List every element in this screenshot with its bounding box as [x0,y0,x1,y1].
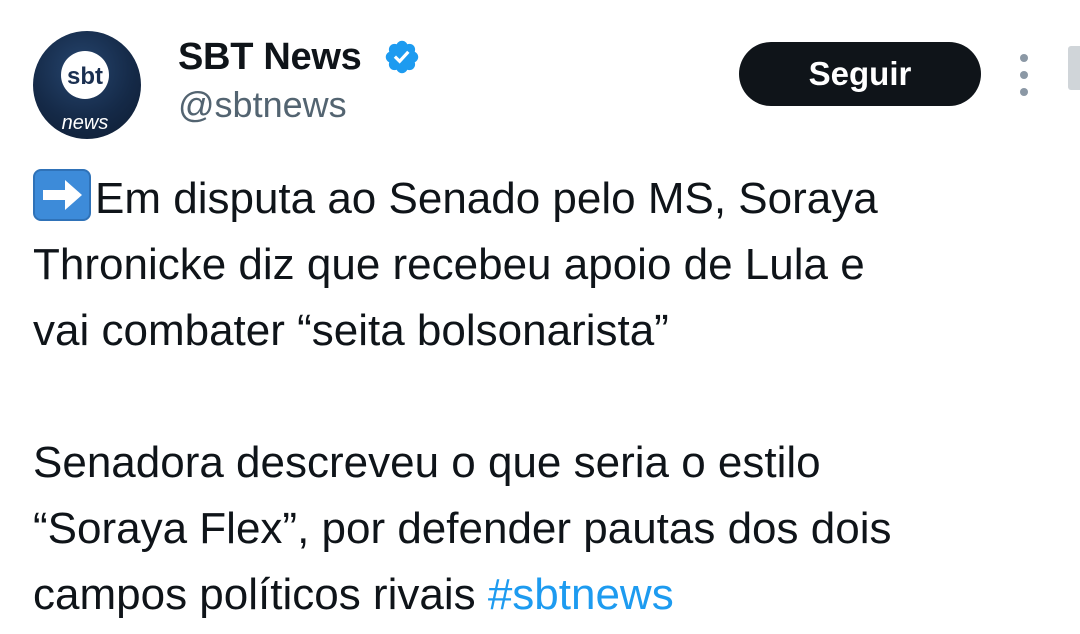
scrollbar[interactable] [1068,46,1080,90]
tweet-paragraph-1: Em disputa ao Senado pelo MS, Soraya Thr… [33,174,878,355]
tweet-card: sbt news SBT News @sbtnews Seguir Em dis… [0,0,1080,634]
svg-text:news: news [62,112,109,134]
dot [1020,88,1028,96]
author-name[interactable]: SBT News [178,36,362,79]
more-vertical-icon[interactable] [1009,54,1039,96]
dot [1020,71,1028,79]
avatar[interactable]: sbt news [33,31,141,139]
verified-badge-icon [385,40,419,74]
hashtag-link[interactable]: #sbtnews [488,570,674,619]
author-handle[interactable]: @sbtnews [178,84,347,126]
tweet-text: Em disputa ao Senado pelo MS, Soraya Thr… [33,166,1063,628]
tweet-paragraph-2: Senadora descreveu o que seria o estilo … [33,438,892,619]
svg-text:sbt: sbt [67,63,103,90]
sbt-news-logo: sbt news [61,51,109,134]
follow-button[interactable]: Seguir [739,42,981,106]
dot [1020,54,1028,62]
arrow-right-icon [33,169,91,221]
